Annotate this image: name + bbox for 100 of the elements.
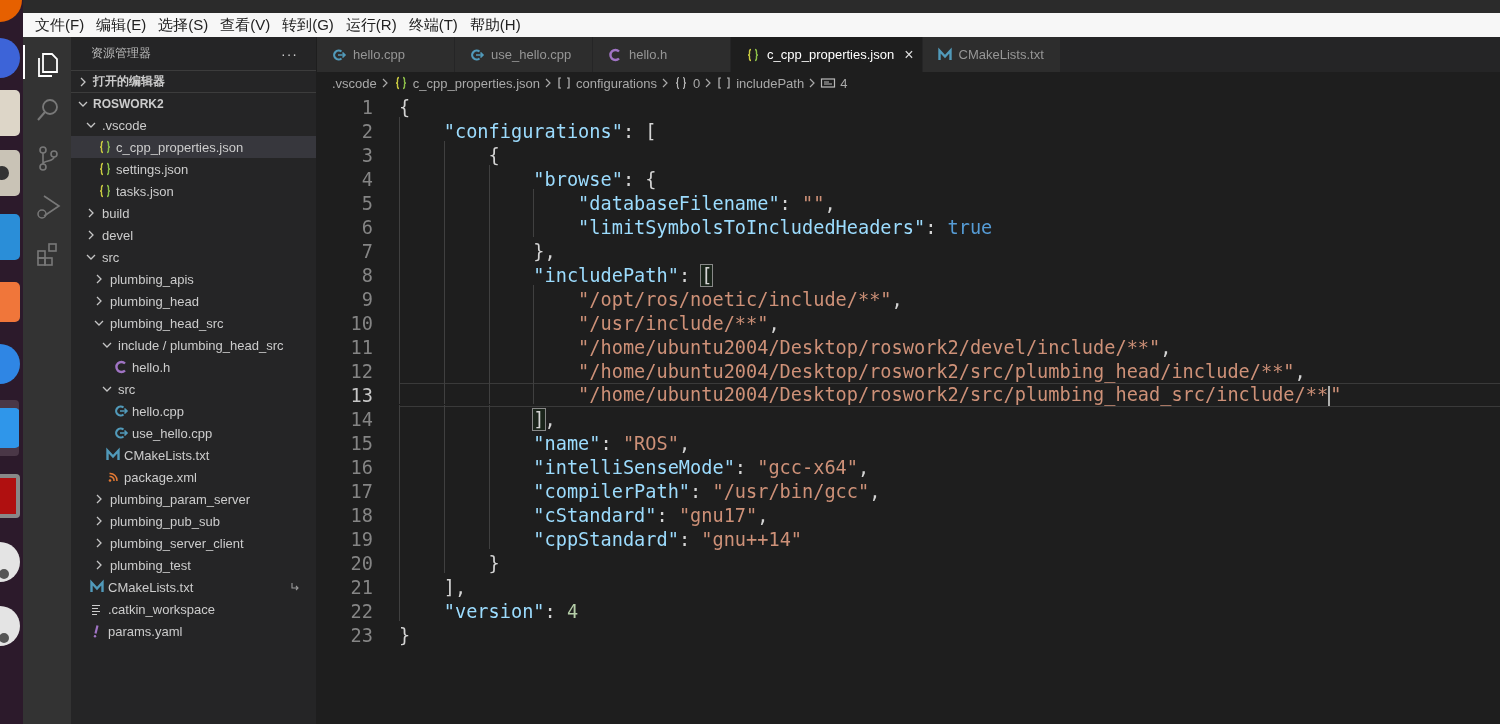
breadcrumb-item[interactable]: 4 xyxy=(840,75,848,91)
code-line: "intelliSenseMode": "gcc-x64", xyxy=(399,455,1500,479)
line-number: 8 xyxy=(360,264,373,286)
braces-icon xyxy=(97,183,113,199)
line-number: 20 xyxy=(349,552,373,574)
editor-tab[interactable]: CMakeLists.txt xyxy=(922,37,1061,72)
code-line: ], xyxy=(399,407,1500,431)
more-button[interactable]: ··· xyxy=(281,45,298,62)
line-number: 12 xyxy=(349,360,373,382)
code-line: "cppStandard": "gnu++14" xyxy=(399,527,1500,551)
line-number: 7 xyxy=(360,240,373,262)
code-line: ], xyxy=(399,575,1500,599)
line-number: 23 xyxy=(349,624,373,646)
code-line: "/opt/ros/noetic/include/**", xyxy=(399,287,1500,311)
file-item[interactable]: params.yaml xyxy=(71,620,316,642)
sidebar-title: 资源管理器 xyxy=(91,45,151,62)
code-line: "/home/ubuntu2004/Desktop/roswork2/devel/include/**", xyxy=(399,335,1500,359)
cpp-icon xyxy=(113,425,129,441)
folder-item[interactable]: .vscode xyxy=(71,114,316,136)
file-item[interactable]: hello.h xyxy=(71,356,316,378)
line-number: 10 xyxy=(349,312,373,334)
m-icon xyxy=(936,46,953,63)
folder-item[interactable]: plumbing_test xyxy=(71,554,316,576)
cpp-icon xyxy=(469,46,485,63)
menu-item[interactable]: 转到(G) xyxy=(276,15,340,35)
file-item[interactable]: .catkin_workspace xyxy=(71,598,316,620)
breadcrumb-item[interactable]: 0 xyxy=(692,75,701,91)
code-line: "name": "ROS", xyxy=(399,431,1500,455)
menu-item[interactable]: 编辑(E) xyxy=(90,15,153,35)
breadcrumb-item[interactable]: configurations xyxy=(576,75,657,91)
folder-item[interactable]: src xyxy=(71,246,316,268)
app-icon[interactable] xyxy=(0,604,20,646)
section-header[interactable]: ROSWORK2 xyxy=(93,96,164,111)
braces-icon xyxy=(745,46,761,63)
cpp-icon xyxy=(113,403,129,419)
breadcrumb-item[interactable]: includePath xyxy=(736,75,805,91)
file-item[interactable]: package.xml xyxy=(71,466,316,488)
line-number: 15 xyxy=(349,432,373,454)
folder-item[interactable]: plumbing_head_src xyxy=(71,312,316,334)
folder-item[interactable]: build xyxy=(71,202,316,224)
editor-tab[interactable]: hello.cpp xyxy=(317,37,455,72)
code-line: } xyxy=(399,623,412,647)
line-number: 3 xyxy=(360,144,373,166)
line-number: 17 xyxy=(349,480,373,502)
section-header[interactable]: 打开的编辑器 xyxy=(93,73,165,90)
line-number: 11 xyxy=(349,336,373,358)
code-line: "/home/ubuntu2004/Desktop/roswork2/src/plumbing_head/include/**", xyxy=(399,359,1500,383)
c-icon xyxy=(113,359,129,375)
app-icon[interactable] xyxy=(0,150,20,196)
file-item[interactable]: hello.cpp xyxy=(71,400,316,422)
folder-item[interactable]: plumbing_server_client xyxy=(71,532,316,554)
file-item[interactable]: settings.json xyxy=(71,158,316,180)
code-line: "cStandard": "gnu17", xyxy=(399,503,1500,527)
menu-item[interactable]: 运行(R) xyxy=(339,15,403,35)
file-item[interactable]: CMakeLists.txt xyxy=(71,444,316,466)
code-line: "includePath": [ xyxy=(399,263,1500,287)
menu-item[interactable]: 查看(V) xyxy=(214,15,277,35)
editor-tab[interactable]: c_cpp_properties.json × xyxy=(731,37,923,72)
close-button[interactable]: × xyxy=(904,45,914,64)
line-number: 9 xyxy=(360,288,373,310)
code-line: "compilerPath": "/usr/bin/gcc", xyxy=(399,479,1500,503)
line-number: 5 xyxy=(360,192,373,214)
folder-item[interactable]: plumbing_apis xyxy=(71,268,316,290)
folder-item[interactable]: plumbing_head xyxy=(71,290,316,312)
file-item[interactable]: c_cpp_properties.json xyxy=(71,136,316,158)
file-item[interactable]: tasks.json xyxy=(71,180,316,202)
folder-item[interactable]: include / plumbing_head_src xyxy=(71,334,316,356)
editor-tab[interactable]: use_hello.cpp xyxy=(455,37,593,72)
code-line: } xyxy=(399,551,1500,575)
breadcrumb-item[interactable]: c_cpp_properties.json xyxy=(412,75,540,91)
breadcrumb-item[interactable]: .vscode xyxy=(332,75,377,91)
file-item[interactable]: CMakeLists.txt xyxy=(71,576,316,598)
brackets-icon xyxy=(716,75,733,91)
code-line: "/usr/include/**", xyxy=(399,311,1500,335)
brackets-icon xyxy=(556,75,572,91)
code-line: "limitSymbolsToIncludedHeaders": true xyxy=(399,215,1500,239)
line-number: 21 xyxy=(349,576,373,598)
m-icon xyxy=(89,579,105,595)
menu-item[interactable]: 帮助(H) xyxy=(463,15,527,35)
code-line: "configurations": [ xyxy=(399,119,1500,143)
menu-item[interactable]: 终端(T) xyxy=(402,15,464,35)
code-line: "version": 4 xyxy=(399,599,1500,623)
c-icon xyxy=(607,46,623,63)
folder-item[interactable]: plumbing_pub_sub xyxy=(71,510,316,532)
app-icon[interactable] xyxy=(0,540,20,582)
code-line: { xyxy=(399,95,412,119)
folder-item[interactable]: devel xyxy=(71,224,316,246)
folder-item[interactable]: src xyxy=(71,378,316,400)
menu-item[interactable]: 选择(S) xyxy=(152,15,215,35)
editor-tab[interactable]: hello.h xyxy=(593,37,731,72)
folder-item[interactable]: plumbing_param_server xyxy=(71,488,316,510)
code-line: "databaseFilename": "", xyxy=(399,191,1500,215)
code-line: }, xyxy=(399,239,1500,263)
line-number: 4 xyxy=(360,168,373,190)
cpp-icon xyxy=(331,46,347,63)
line-number: 19 xyxy=(349,528,373,550)
menu-item[interactable]: 文件(F) xyxy=(29,15,91,35)
file-item[interactable]: use_hello.cpp xyxy=(71,422,316,444)
code-line: "/home/ubuntu2004/Desktop/roswork2/src/plumbing_head_src/include/**" xyxy=(399,383,1500,407)
braces-icon xyxy=(97,139,113,155)
